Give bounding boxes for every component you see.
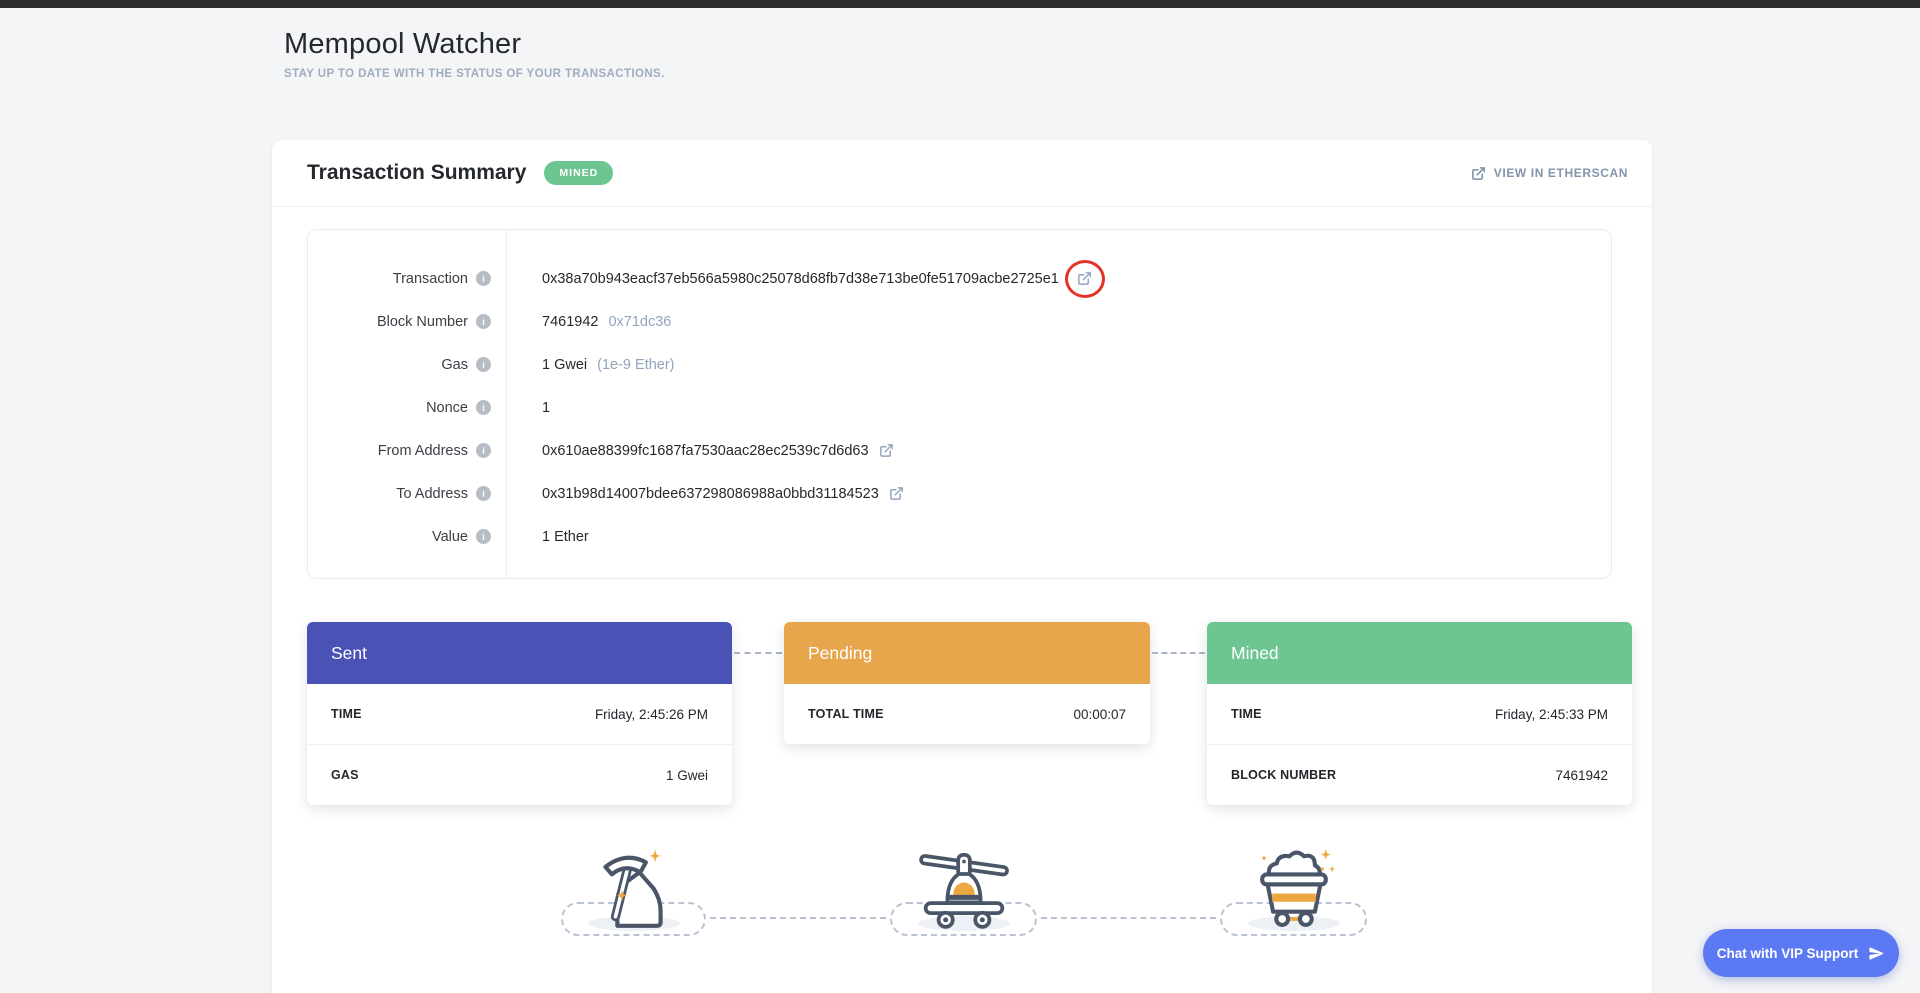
to-address-value: 0x31b98d14007bdee637298086988a0bbd311845…	[542, 486, 879, 502]
page-header: Mempool Watcher STAY UP TO DATE WITH THE…	[284, 28, 665, 80]
gas-value: 1 Gwei	[542, 357, 587, 373]
status-badge: MINED	[544, 161, 613, 185]
sent-gas-row: GAS 1 Gwei	[307, 744, 732, 805]
page-subtitle: STAY UP TO DATE WITH THE STATUS OF YOUR …	[284, 68, 665, 80]
info-icon[interactable]: i	[476, 357, 491, 372]
page-title: Mempool Watcher	[284, 28, 665, 61]
sent-time-row: TIME Friday, 2:45:26 PM	[307, 684, 732, 744]
block-number-label: Block Number	[377, 314, 468, 330]
journey-connector-1	[710, 917, 886, 919]
mined-header: Mined	[1207, 622, 1632, 684]
block-number-value: 7461942	[542, 314, 598, 330]
pending-header: Pending	[784, 622, 1150, 684]
transaction-hash: 0x38a70b943eacf37eb566a5980c25078d68fb7d…	[542, 271, 1059, 287]
chat-button-label: Chat with VIP Support	[1717, 946, 1859, 961]
mine-cart-icon	[1244, 843, 1344, 935]
from-address-external-link-icon[interactable]	[879, 443, 894, 458]
card-title: Transaction Summary	[307, 161, 526, 185]
handcar-icon	[914, 843, 1014, 935]
chat-support-button[interactable]: Chat with VIP Support	[1703, 929, 1899, 977]
info-icon[interactable]: i	[476, 486, 491, 501]
view-in-etherscan-link[interactable]: VIEW IN ETHERSCAN	[1471, 166, 1628, 181]
detail-row-block-number: Block Number i 7461942 0x71dc36	[308, 300, 1611, 343]
nonce-value: 1	[542, 400, 550, 416]
top-bar	[0, 0, 1920, 8]
card-header: Transaction Summary MINED VIEW IN ETHERS…	[272, 140, 1652, 206]
detail-row-from-address: From Address i 0x610ae88399fc1687fa7530a…	[308, 429, 1611, 472]
pickaxe-icon	[583, 843, 683, 935]
sent-header: Sent	[307, 622, 732, 684]
from-address-label: From Address	[378, 443, 468, 459]
mined-block-number-row: BLOCK NUMBER 7461942	[1207, 744, 1632, 805]
info-icon[interactable]: i	[476, 314, 491, 329]
detail-row-gas: Gas i 1 Gwei (1e-9 Ether)	[308, 343, 1611, 386]
pending-total-time-row: TOTAL TIME 00:00:07	[784, 684, 1150, 744]
mined-time-row: TIME Friday, 2:45:33 PM	[1207, 684, 1632, 744]
transaction-link-wrap	[1065, 260, 1105, 298]
status-card-sent: Sent TIME Friday, 2:45:26 PM GAS 1 Gwei	[307, 622, 732, 805]
gas-label: Gas	[441, 357, 468, 373]
detail-row-nonce: Nonce i 1	[308, 386, 1611, 429]
info-icon[interactable]: i	[476, 529, 491, 544]
journey-connector-2	[1041, 917, 1216, 919]
status-card-mined: Mined TIME Friday, 2:45:33 PM BLOCK NUMB…	[1207, 622, 1632, 805]
send-icon	[1868, 945, 1885, 962]
detail-row-to-address: To Address i 0x31b98d14007bdee6372980869…	[308, 472, 1611, 515]
connector-sent-pending	[734, 652, 782, 654]
nonce-label: Nonce	[426, 400, 468, 416]
connector-pending-mined	[1152, 652, 1205, 654]
to-address-label: To Address	[396, 486, 468, 502]
info-icon[interactable]: i	[476, 443, 491, 458]
external-link-icon	[1471, 166, 1486, 181]
divider	[272, 206, 1652, 207]
detail-row-value: Value i 1 Ether	[308, 515, 1611, 558]
value-value: 1 Ether	[542, 529, 589, 545]
etherscan-link-label: VIEW IN ETHERSCAN	[1494, 166, 1628, 180]
transaction-external-link-icon[interactable]	[1077, 271, 1092, 286]
to-address-external-link-icon[interactable]	[889, 486, 904, 501]
status-card-pending: Pending TOTAL TIME 00:00:07	[784, 622, 1150, 744]
transaction-label: Transaction	[393, 271, 468, 287]
block-number-hex: 0x71dc36	[608, 314, 671, 330]
page: Mempool Watcher STAY UP TO DATE WITH THE…	[0, 0, 1920, 993]
value-label: Value	[432, 529, 468, 545]
gas-alt-value: (1e-9 Ether)	[597, 357, 674, 373]
detail-row-transaction: Transaction i 0x38a70b943eacf37eb566a598…	[308, 257, 1611, 300]
info-icon[interactable]: i	[476, 271, 491, 286]
transaction-summary-card: Transaction Summary MINED VIEW IN ETHERS…	[272, 140, 1652, 993]
info-icon[interactable]: i	[476, 400, 491, 415]
details-table: Transaction i 0x38a70b943eacf37eb566a598…	[307, 229, 1612, 579]
from-address-value: 0x610ae88399fc1687fa7530aac28ec2539c7d6d…	[542, 443, 869, 459]
